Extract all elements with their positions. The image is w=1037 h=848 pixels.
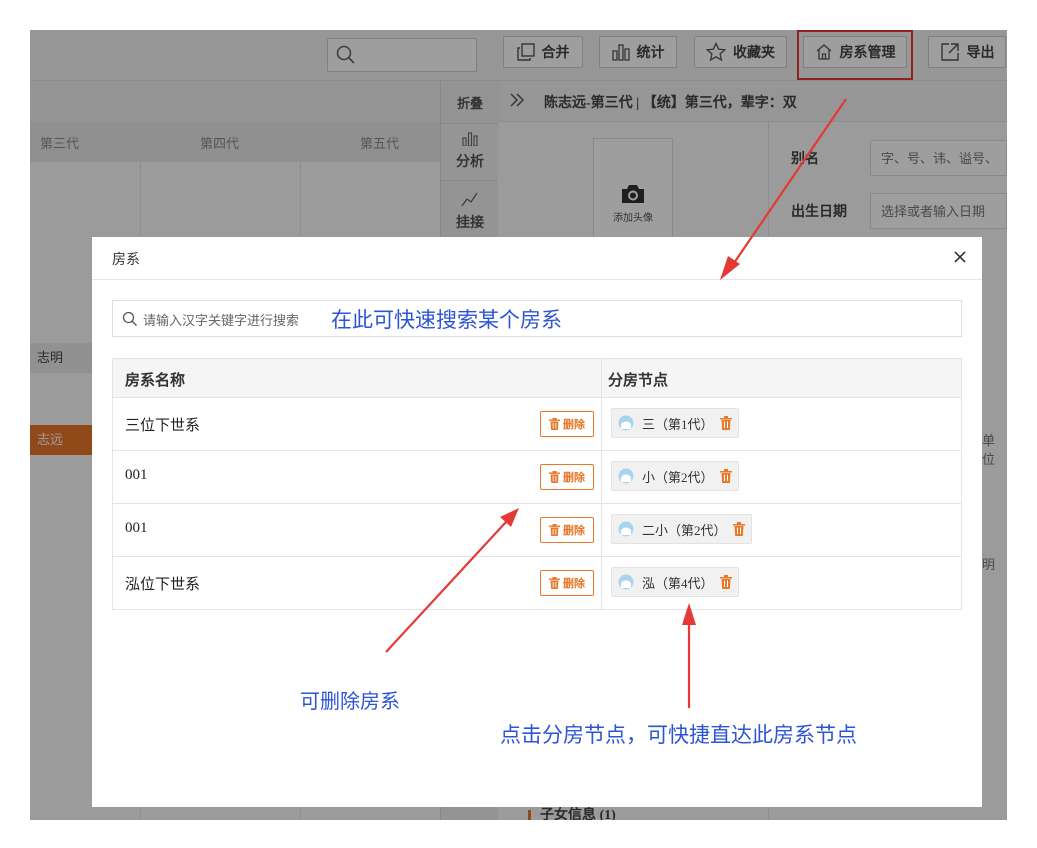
arrow-to-delete	[385, 521, 507, 653]
arrow-to-dialog	[733, 98, 847, 264]
arrow-head	[682, 603, 696, 625]
annotation-arrows	[385, 98, 847, 708]
